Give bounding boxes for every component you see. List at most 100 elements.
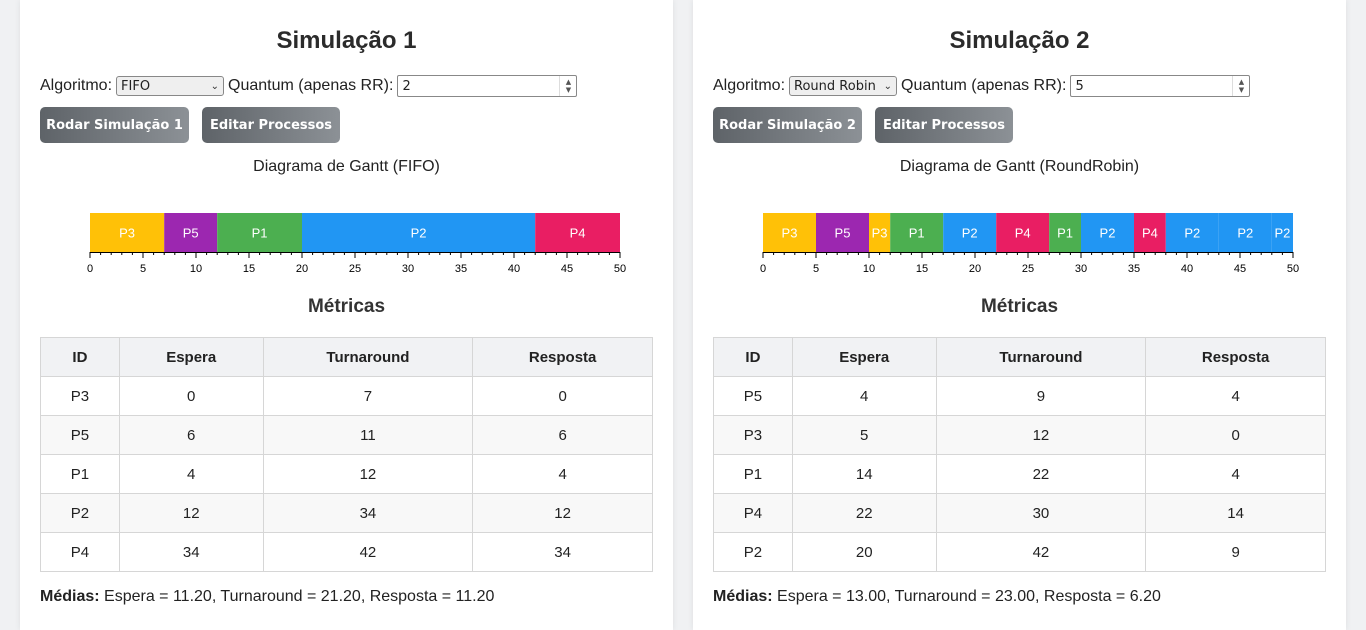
table-row: P4 22 30 14: [713, 493, 1326, 533]
cell-espera: 22: [791, 493, 937, 533]
cell-turnaround: 12: [262, 454, 474, 494]
gantt-bar-label: P3: [872, 226, 888, 241]
column-header-id: ID: [713, 337, 793, 377]
quantum-label: Quantum (apenas RR):: [228, 77, 394, 94]
cell-turnaround: 42: [935, 532, 1147, 572]
x-tick-label: 45: [1234, 263, 1246, 275]
edit-processes-button[interactable]: Editar Processos: [875, 107, 1013, 143]
cell-id: P4: [40, 532, 120, 572]
cell-turnaround: 9: [935, 376, 1147, 416]
cell-espera: 34: [118, 532, 264, 572]
gantt-bar-label: P2: [1237, 226, 1253, 241]
cell-resposta: 0: [1145, 415, 1326, 455]
cell-resposta: 0: [472, 376, 653, 416]
spinner-icon[interactable]: ▲ ▼: [1232, 76, 1249, 96]
gantt-bar-label: P5: [183, 226, 199, 241]
cell-resposta: 4: [1145, 454, 1326, 494]
x-tick-label: 45: [561, 263, 573, 275]
table-row: P5 6 11 6: [40, 415, 653, 455]
cell-espera: 4: [791, 376, 937, 416]
table-row: P2 20 42 9: [713, 532, 1326, 572]
algorithm-select[interactable]: FIFO ⌄: [116, 76, 225, 96]
x-tick-label: 15: [916, 263, 928, 275]
page-title: Simulação 1: [276, 27, 417, 54]
gantt-bar-label: P4: [570, 226, 586, 241]
cell-turnaround: 30: [935, 493, 1147, 533]
quantum-input[interactable]: 5 ▲ ▼: [1070, 75, 1251, 97]
simulation-panel-2: Simulação 2 Algoritmo: Round Robin ⌄ Qua…: [693, 0, 1346, 630]
cell-turnaround: 22: [935, 454, 1147, 494]
cell-espera: 20: [791, 532, 937, 572]
algorithm-label: Algoritmo:: [713, 77, 786, 94]
metrics-title: Métricas: [980, 296, 1059, 317]
cell-turnaround: 11: [262, 415, 474, 455]
run-simulation-button[interactable]: Rodar Simulação 2: [713, 107, 862, 143]
column-header-turnaround: Turnaround: [262, 337, 474, 377]
x-tick-label: 10: [863, 263, 875, 275]
gantt-bar-label: P3: [119, 226, 135, 241]
x-tick-label: 20: [969, 263, 981, 275]
metrics-table: ID Espera Turnaround Resposta P5 4 9 4 P…: [713, 337, 1326, 572]
cell-id: P5: [713, 376, 793, 416]
controls-row: Algoritmo: FIFO ⌄ Quantum (apenas RR): 2…: [40, 75, 578, 97]
metrics-table: ID Espera Turnaround Resposta P3 0 7 0 P…: [40, 337, 653, 572]
x-tick-label: 30: [402, 263, 414, 275]
cell-resposta: 4: [472, 454, 653, 494]
algorithm-select-value: Round Robin: [794, 78, 876, 94]
table-row: P3 5 12 0: [713, 415, 1326, 455]
table-row: P4 34 42 34: [40, 532, 653, 572]
table-row: P3 0 7 0: [40, 376, 653, 416]
averages-summary: Médias: Espera = 13.00, Turnaround = 23.…: [713, 588, 1161, 606]
quantum-value: 2: [402, 78, 411, 94]
averages-values: Espera = 13.00, Turnaround = 23.00, Resp…: [777, 588, 1161, 605]
gantt-bar-label: P1: [252, 226, 268, 241]
run-simulation-button[interactable]: Rodar Simulação 1: [40, 107, 189, 143]
gantt-title: Diagrama de Gantt (RoundRobin): [899, 158, 1140, 175]
table-row: P5 4 9 4: [713, 376, 1326, 416]
x-tick-label: 10: [190, 263, 202, 275]
algorithm-select[interactable]: Round Robin ⌄: [789, 76, 898, 96]
cell-turnaround: 7: [262, 376, 474, 416]
cell-id: P1: [40, 454, 120, 494]
simulation-panel-1: Simulação 1 Algoritmo: FIFO ⌄ Quantum (a…: [20, 0, 673, 630]
x-tick-label: 0: [87, 263, 93, 275]
cell-id: P4: [713, 493, 793, 533]
cell-resposta: 9: [1145, 532, 1326, 572]
gantt-bar-label: P1: [1057, 226, 1073, 241]
x-tick-label: 50: [1287, 263, 1299, 275]
averages-label: Médias:: [40, 588, 100, 605]
gantt-bar-label: P4: [1142, 226, 1158, 241]
cell-espera: 6: [118, 415, 264, 455]
averages-label: Médias:: [713, 588, 773, 605]
x-tick-label: 35: [455, 263, 467, 275]
quantum-input[interactable]: 2 ▲ ▼: [397, 75, 578, 97]
x-tick-label: 15: [243, 263, 255, 275]
cell-resposta: 12: [472, 493, 653, 533]
table-header-row: ID Espera Turnaround Resposta: [713, 337, 1326, 377]
spinner-icon[interactable]: ▲ ▼: [559, 76, 576, 96]
x-tick-label: 35: [1128, 263, 1140, 275]
algorithm-select-value: FIFO: [121, 78, 151, 94]
table-header-row: ID Espera Turnaround Resposta: [40, 337, 653, 377]
cell-turnaround: 12: [935, 415, 1147, 455]
column-header-id: ID: [40, 337, 120, 377]
x-tick-label: 5: [813, 263, 819, 275]
cell-turnaround: 34: [262, 493, 474, 533]
x-tick-label: 0: [760, 263, 766, 275]
x-tick-label: 40: [508, 263, 520, 275]
edit-processes-button[interactable]: Editar Processos: [202, 107, 340, 143]
cell-espera: 12: [118, 493, 264, 533]
gantt-bar-label: P2: [1274, 226, 1290, 241]
cell-id: P3: [40, 376, 120, 416]
x-tick-label: 30: [1075, 263, 1087, 275]
gantt-bar-label: P2: [962, 226, 978, 241]
x-tick-label: 25: [349, 263, 361, 275]
gantt-chart: P3 P5 P1 P2 P4 0 5 10 15 20 25 30 35 40 45 50: [87, 213, 626, 275]
x-tick-label: 5: [140, 263, 146, 275]
table-row: P1 4 12 4: [40, 454, 653, 494]
gantt-bar-label: P2: [1100, 226, 1116, 241]
gantt-bar-label: P2: [411, 226, 427, 241]
x-tick-label: 50: [614, 263, 626, 275]
x-tick-label: 40: [1181, 263, 1193, 275]
metrics-title: Métricas: [307, 296, 386, 317]
